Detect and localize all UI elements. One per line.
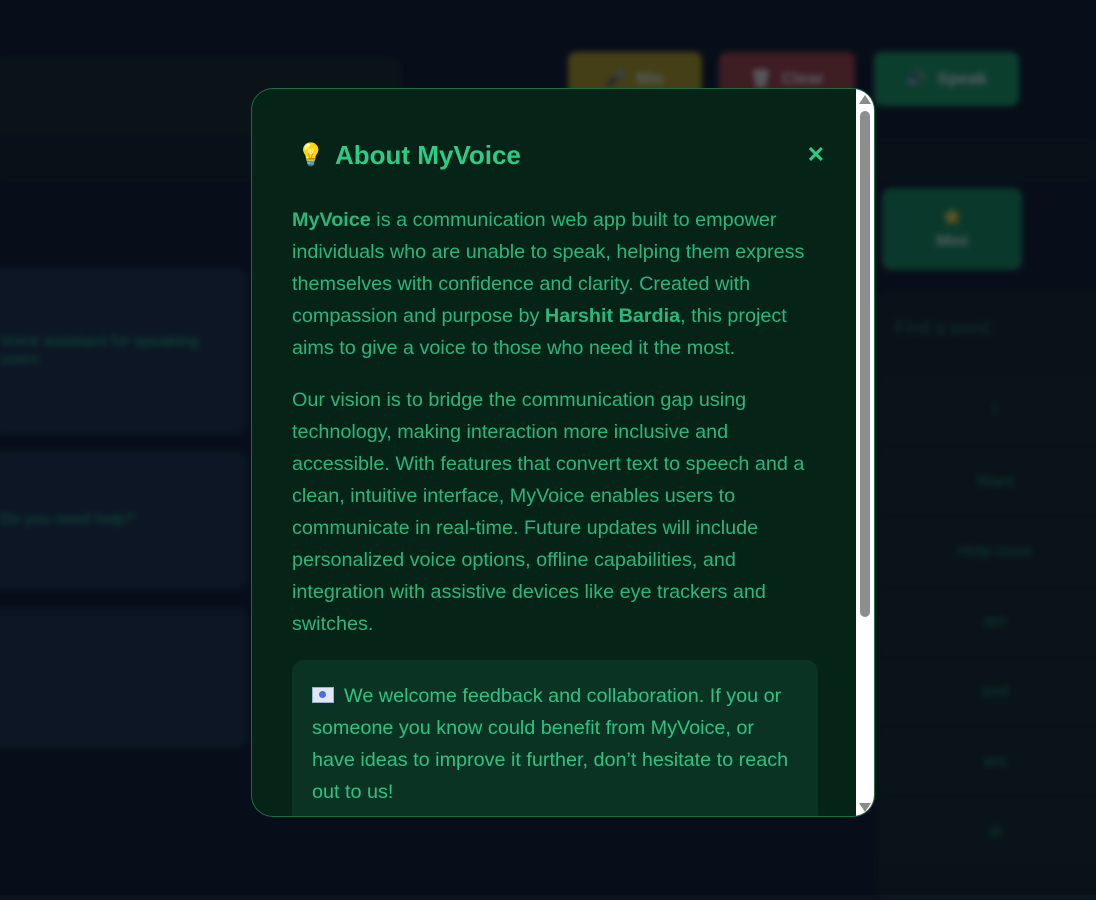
- close-icon[interactable]: ✕: [807, 141, 825, 169]
- scroll-down-icon[interactable]: [859, 803, 871, 812]
- feedback-note: We welcome feedback and collaboration. I…: [292, 660, 818, 816]
- modal-content[interactable]: 💡 About MyVoice ✕ MyVoice is a communica…: [252, 89, 857, 816]
- intro-paragraph: MyVoice is a communication web app built…: [292, 209, 805, 359]
- author-name: Harshit Bardia: [544, 305, 681, 327]
- modal-header: 💡 About MyVoice ✕: [297, 137, 825, 173]
- modal-title: About MyVoice: [335, 139, 521, 170]
- modal-scrollbar[interactable]: [856, 89, 874, 816]
- lightbulb-icon: 💡: [297, 142, 325, 167]
- scrollbar-thumb[interactable]: [860, 111, 870, 617]
- about-modal: 💡 About MyVoice ✕ MyVoice is a communica…: [251, 88, 875, 817]
- email-icon: [312, 687, 334, 703]
- app-name: MyVoice: [292, 209, 371, 231]
- vision-paragraph: Our vision is to bridge the communicatio…: [292, 389, 805, 635]
- scroll-up-icon[interactable]: [859, 95, 871, 104]
- modal-body: MyVoice is a communication web app built…: [292, 204, 818, 816]
